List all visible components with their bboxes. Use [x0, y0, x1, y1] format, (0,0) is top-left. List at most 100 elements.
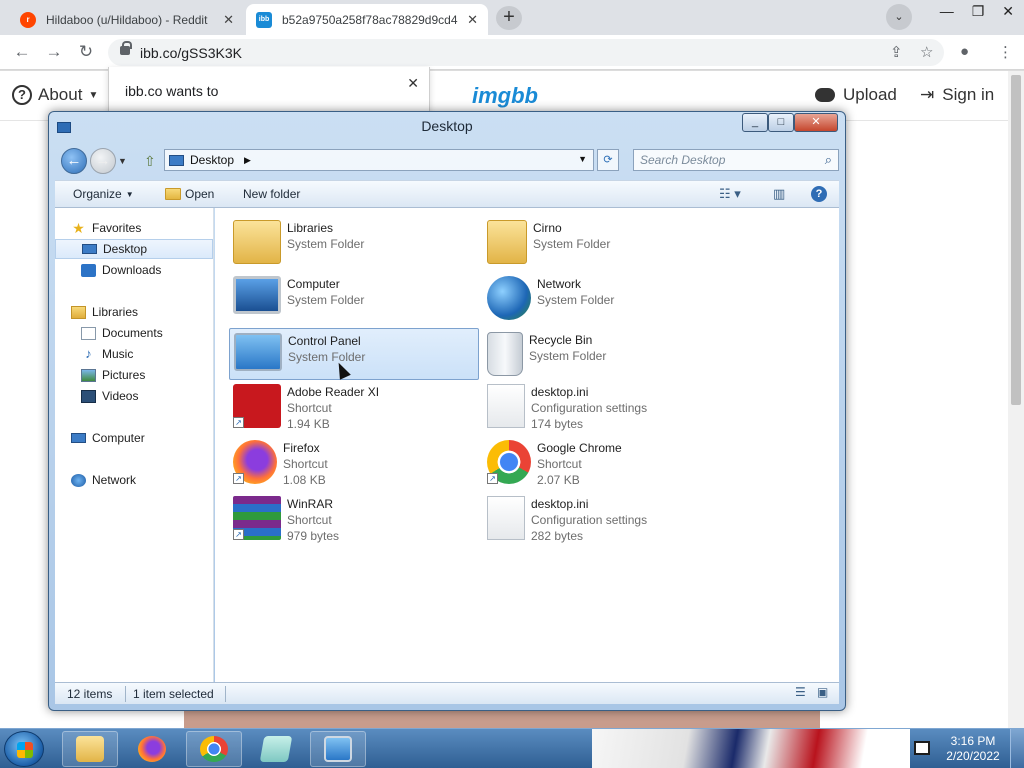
- file-item-firefox[interactable]: ↗ Firefox Shortcut 1.08 KB: [229, 436, 479, 494]
- nav-music[interactable]: ♪ Music: [55, 344, 213, 364]
- nav-downloads[interactable]: Downloads: [55, 260, 213, 280]
- network-icon: [71, 473, 86, 487]
- nav-computer[interactable]: Computer: [55, 428, 213, 448]
- help-icon[interactable]: ?: [811, 186, 827, 202]
- shortcut-arrow-icon: ↗: [233, 529, 244, 540]
- refresh-button[interactable]: ⟳: [597, 149, 619, 171]
- nav-label: Favorites: [92, 221, 142, 235]
- search-icon[interactable]: ⌕: [825, 152, 832, 168]
- file-item-desktop-ini[interactable]: desktop.ini Configuration settings 174 byt…: [483, 380, 733, 438]
- file-item-adobe-reader[interactable]: ↗ Adobe Reader XI Shortcut 1.94 KB: [229, 380, 479, 438]
- address-field[interactable]: Desktop ▶ ▼: [164, 149, 594, 171]
- address-text[interactable]: Desktop: [190, 153, 234, 167]
- chevron-down-icon[interactable]: ▼: [578, 154, 587, 164]
- file-item-cirno[interactable]: Cirno System Folder: [483, 216, 733, 268]
- upload-button[interactable]: Upload: [815, 85, 897, 105]
- file-name: Cirno: [533, 221, 562, 235]
- control-panel-icon: [234, 333, 282, 371]
- nav-label: Documents: [102, 326, 163, 340]
- taskbar-chrome[interactable]: [186, 731, 242, 767]
- start-button[interactable]: [4, 731, 44, 767]
- file-item-control-panel[interactable]: Control Panel System Folder: [229, 328, 479, 380]
- status-divider: [225, 686, 226, 702]
- minimize-button[interactable]: _: [742, 113, 768, 132]
- close-button[interactable]: ✕: [794, 113, 838, 132]
- status-bar: 12 items 1 item selected ☰ ▣: [55, 682, 839, 704]
- large-icons-view-icon[interactable]: ▣: [817, 685, 828, 699]
- taskbar-control-panel[interactable]: [310, 731, 366, 767]
- taskbar-explorer[interactable]: [62, 731, 118, 767]
- file-item-desktop-ini-2[interactable]: desktop.ini Configuration settings 282 byt…: [483, 492, 733, 550]
- close-icon[interactable]: ✕: [1002, 3, 1014, 20]
- file-name: Computer: [287, 277, 340, 291]
- command-bar: Organize ▼ Open New folder ☷ ▾ ▥ ?: [55, 180, 839, 208]
- system-clock[interactable]: 3:16 PM 2/20/2022: [938, 734, 1008, 764]
- details-view-icon[interactable]: ☰: [795, 685, 806, 699]
- control-panel-icon: [324, 736, 352, 762]
- close-tab-icon[interactable]: ✕: [467, 12, 478, 28]
- file-item-google-chrome[interactable]: ↗ Google Chrome Shortcut 2.07 KB: [483, 436, 733, 494]
- preview-pane-icon[interactable]: ▥: [773, 186, 785, 202]
- nav-label: Videos: [102, 389, 139, 403]
- maximize-button[interactable]: □: [768, 113, 794, 132]
- nav-favorites[interactable]: ★ Favorites: [55, 218, 213, 238]
- menu-kebab-icon[interactable]: ⋮: [998, 43, 1013, 61]
- signin-button[interactable]: ⇥ Sign in: [920, 85, 994, 105]
- search-input[interactable]: Search Desktop ⌕: [633, 149, 839, 171]
- nav-videos[interactable]: Videos: [55, 386, 213, 406]
- ibb-icon: ibb: [256, 11, 272, 28]
- tab-reddit[interactable]: r Hildaboo (u/Hildaboo) - Reddit ✕: [10, 4, 244, 35]
- new-folder-button[interactable]: New folder: [243, 187, 300, 201]
- nav-libraries[interactable]: Libraries: [55, 302, 213, 322]
- scrollbar-thumb[interactable]: [1011, 75, 1021, 405]
- forward-button[interactable]: →: [44, 42, 64, 62]
- nav-network[interactable]: Network: [55, 470, 213, 490]
- file-type: System Folder: [529, 349, 607, 363]
- open-button[interactable]: Open: [165, 187, 214, 201]
- nav-desktop[interactable]: Desktop: [55, 239, 213, 259]
- network-tray-icon[interactable]: [914, 741, 930, 755]
- tab-search-button[interactable]: ⌄: [886, 4, 912, 30]
- close-tab-icon[interactable]: ✕: [223, 12, 234, 28]
- change-view-icon[interactable]: ☷ ▾: [719, 186, 741, 202]
- minimize-icon[interactable]: —: [940, 3, 954, 20]
- reload-button[interactable]: ↻: [76, 42, 96, 62]
- share-icon[interactable]: ⇪: [890, 43, 903, 61]
- recent-pages-dropdown-icon[interactable]: ▼: [118, 156, 127, 166]
- profile-icon[interactable]: ●: [960, 43, 969, 60]
- adobe-reader-icon: ↗: [233, 384, 281, 428]
- back-button[interactable]: ←: [12, 42, 32, 62]
- chevron-right-icon[interactable]: ▶: [244, 155, 251, 166]
- up-arrow-icon[interactable]: ⇧: [144, 153, 156, 170]
- desktop-icon: [169, 154, 184, 166]
- nav-pictures[interactable]: Pictures: [55, 365, 213, 385]
- file-type: Shortcut: [287, 513, 332, 527]
- nav-label: Libraries: [92, 305, 139, 319]
- window-controls: — ❐ ✕: [940, 3, 1014, 20]
- taskbar-notepad[interactable]: [248, 731, 304, 767]
- file-item-computer[interactable]: Computer System Folder: [229, 272, 479, 324]
- bookmark-star-icon[interactable]: ☆: [920, 43, 933, 61]
- file-name: Network: [537, 277, 582, 291]
- restore-icon[interactable]: ❐: [972, 3, 985, 20]
- file-item-network[interactable]: Network System Folder: [483, 272, 733, 324]
- file-item-winrar[interactable]: ↗ WinRAR Shortcut 979 bytes: [229, 492, 479, 550]
- libraries-icon: [71, 305, 86, 319]
- page-scrollbar[interactable]: [1008, 71, 1024, 728]
- forward-arrow-icon[interactable]: →: [90, 148, 116, 174]
- address-bar[interactable]: ibb.co/gSS3K3K ⇪ ☆: [108, 39, 944, 66]
- site-logo[interactable]: imgbb: [472, 83, 538, 109]
- file-item-recycle-bin[interactable]: Recycle Bin System Folder: [483, 328, 733, 380]
- close-icon[interactable]: ✕: [407, 75, 419, 92]
- tab-imgbb[interactable]: ibb b52a9750a258f78ac78829d9cd4 ✕: [246, 4, 488, 35]
- back-arrow-icon[interactable]: ←: [61, 148, 87, 174]
- new-tab-button[interactable]: +: [496, 6, 522, 30]
- taskbar-firefox[interactable]: [124, 731, 180, 767]
- show-desktop-button[interactable]: [1010, 729, 1024, 768]
- lock-icon[interactable]: [120, 41, 132, 55]
- file-item-libraries[interactable]: Libraries System Folder: [229, 216, 479, 268]
- organize-button[interactable]: Organize ▼: [73, 187, 134, 201]
- about-menu[interactable]: ? About ▼: [12, 85, 98, 105]
- file-size: 174 bytes: [531, 417, 584, 431]
- nav-documents[interactable]: Documents: [55, 323, 213, 343]
